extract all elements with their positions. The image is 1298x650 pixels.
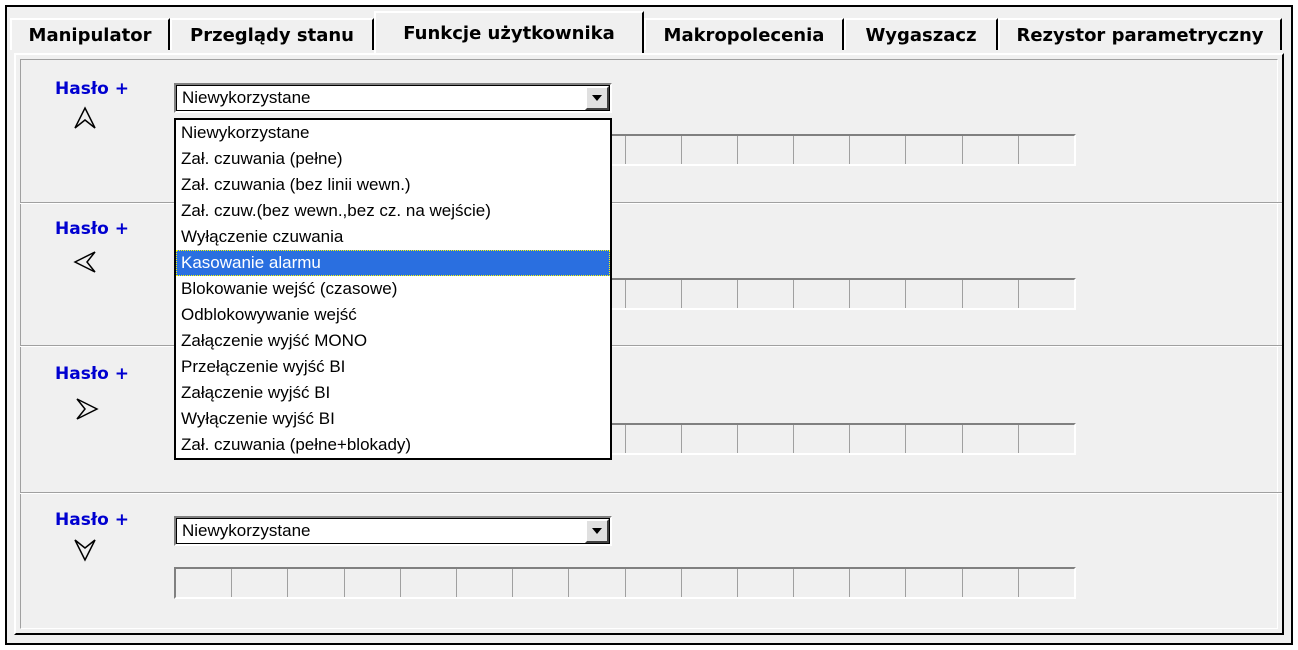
code-grid-cell[interactable] [738,569,795,597]
code-grid-cell[interactable] [626,425,682,453]
tab-przeglady-stanu[interactable]: Przeglądy stanu [170,18,374,50]
dropdown-option[interactable]: Blokowanie wejść (czasowe) [176,276,610,302]
dropdown-option[interactable]: Wyłączenie wyjść BI [176,406,610,432]
chevron-down-icon [592,95,602,101]
tab-wygaszacz[interactable]: Wygaszacz [844,18,998,50]
function-select[interactable]: Niewykorzystane [174,83,612,113]
code-grid-cell[interactable] [626,569,682,597]
code-grid-cell[interactable] [1019,569,1074,597]
code-grid-cell[interactable] [682,425,738,453]
code-grid[interactable] [174,567,1076,599]
dropdown-option[interactable]: Wyłączenie czuwania [176,224,610,250]
code-grid-cell[interactable] [1019,280,1074,308]
code-grid-cell[interactable] [1019,425,1074,453]
code-grid-cell[interactable] [906,425,963,453]
section-divider [20,492,1282,494]
dropdown-option[interactable]: Zał. czuwania (bez linii wewn.) [176,172,610,198]
code-grid-cell[interactable] [738,280,795,308]
code-grid-cell[interactable] [513,569,570,597]
code-grid-cell[interactable] [457,569,514,597]
code-grid-cell[interactable] [963,569,1019,597]
code-grid-cell[interactable] [906,280,963,308]
section-label: Hasło + [55,364,129,384]
section-label: Hasło + [55,79,129,99]
code-grid-cell[interactable] [626,136,682,164]
dropdown-option[interactable]: Załączenie wyjść MONO [176,328,610,354]
code-grid-cell[interactable] [794,280,851,308]
dropdown-option[interactable]: Zał. czuwania (pełne) [176,146,610,172]
code-grid-cell[interactable] [963,280,1019,308]
dropdown-button[interactable] [585,519,609,543]
dropdown-option[interactable]: Przełączenie wyjść BI [176,354,610,380]
code-grid-cell[interactable] [850,425,907,453]
code-grid-cell[interactable] [345,569,401,597]
code-grid-cell[interactable] [682,136,738,164]
select-value: Niewykorzystane [182,521,311,540]
dropdown-button[interactable] [585,86,609,110]
code-grid-cell[interactable] [738,425,795,453]
code-grid-cell[interactable] [906,136,963,164]
function-select[interactable]: Niewykorzystane [174,516,612,546]
dropdown-option[interactable]: Zał. czuw.(bez wewn.,bez cz. na wejście) [176,198,610,224]
code-grid-cell[interactable] [232,569,289,597]
code-grid-cell[interactable] [626,280,682,308]
dropdown-option[interactable]: Zał. czuwania (pełne+blokady) [176,432,610,458]
dropdown-option[interactable]: Odblokowywanie wejść [176,302,610,328]
code-grid-cell[interactable] [963,425,1019,453]
dropdown-option[interactable]: Załączenie wyjść BI [176,380,610,406]
code-grid-cell[interactable] [738,136,795,164]
code-grid-cell[interactable] [401,569,457,597]
code-grid-cell[interactable] [176,569,233,597]
code-grid-cell[interactable] [682,569,738,597]
code-grid-cell[interactable] [850,136,907,164]
tab-manipulator[interactable]: Manipulator [10,18,170,50]
code-grid-cell[interactable] [906,569,963,597]
code-grid-cell[interactable] [1019,136,1074,164]
code-grid-cell[interactable] [850,280,907,308]
arrow-right-icon [76,398,99,420]
tab-makropolecenia[interactable]: Makropolecenia [644,18,844,50]
chevron-down-icon [592,528,602,534]
dropdown-option[interactable]: Niewykorzystane [176,120,610,146]
arrow-down-icon [74,539,96,562]
code-grid-cell[interactable] [794,569,851,597]
section-label: Hasło + [55,510,129,530]
select-value: Niewykorzystane [182,88,311,107]
code-grid-cell[interactable] [850,569,907,597]
function-dropdown-list[interactable]: Niewykorzystane Zał. czuwania (pełne) Zał.… [174,118,612,460]
dropdown-option[interactable]: Kasowanie alarmu [176,250,610,276]
code-grid-cell[interactable] [963,136,1019,164]
code-grid-cell[interactable] [569,569,626,597]
section-label: Hasło + [55,219,129,239]
code-grid-cell[interactable] [288,569,345,597]
tab-funkcje-uzytkownika[interactable]: Funkcje użytkownika [374,11,644,53]
arrow-up-icon [74,106,96,129]
tab-rezystor-parametryczny[interactable]: Rezystor parametryczny [998,18,1282,50]
code-grid-cell[interactable] [794,136,851,164]
arrow-left-icon [73,251,96,273]
code-grid-cell[interactable] [794,425,851,453]
code-grid-cell[interactable] [682,280,738,308]
